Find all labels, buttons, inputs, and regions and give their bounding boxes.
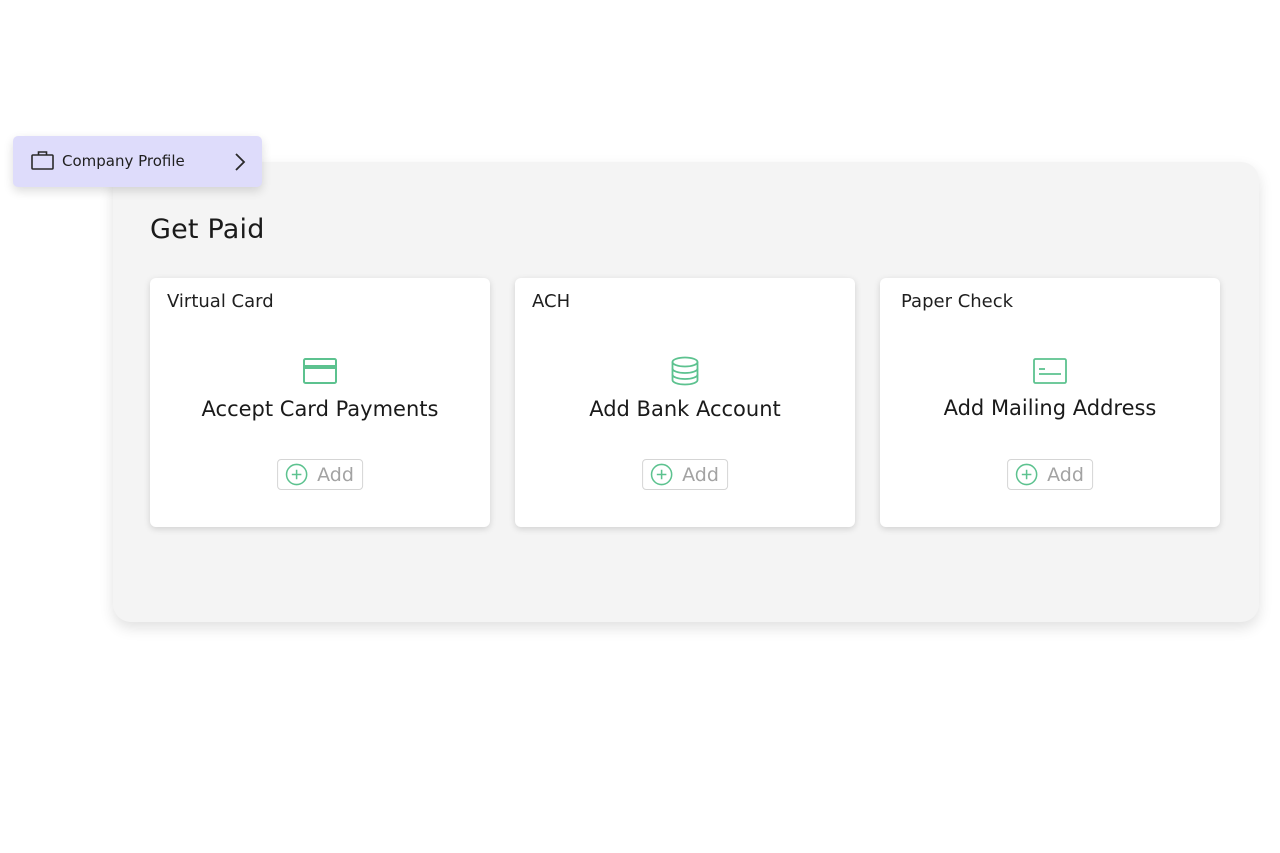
company-profile-label: Company Profile xyxy=(62,152,185,170)
card-title: Paper Check xyxy=(901,291,1014,312)
get-paid-panel: Get Paid Virtual Card Accept Card Paymen… xyxy=(113,162,1259,622)
card-action-title: Add Mailing Address xyxy=(943,396,1157,420)
briefcase-icon xyxy=(31,151,54,170)
card-title: ACH xyxy=(532,291,571,312)
check-document-icon xyxy=(1032,356,1068,386)
plus-circle-icon xyxy=(650,463,673,486)
card-action-title: Accept Card Payments xyxy=(201,397,439,421)
card-action-title: Add Bank Account xyxy=(589,397,781,421)
virtual-card-card: Virtual Card Accept Card Payments Add xyxy=(150,278,490,527)
add-mailing-address-button[interactable]: Add xyxy=(1007,459,1093,490)
add-label: Add xyxy=(317,463,354,486)
add-label: Add xyxy=(1047,463,1084,486)
credit-card-icon xyxy=(302,356,338,386)
add-label: Add xyxy=(682,463,719,486)
chevron-right-icon xyxy=(235,153,246,171)
plus-circle-icon xyxy=(285,463,308,486)
database-icon xyxy=(667,356,703,386)
plus-circle-icon xyxy=(1015,463,1038,486)
paper-check-card: Paper Check Add Mailing Address Add xyxy=(880,278,1220,527)
company-profile-button[interactable]: Company Profile xyxy=(13,136,262,187)
add-bank-account-button[interactable]: Add xyxy=(642,459,728,490)
add-virtual-card-button[interactable]: Add xyxy=(277,459,363,490)
ach-card: ACH Add Bank Account Add xyxy=(515,278,855,527)
card-title: Virtual Card xyxy=(167,291,274,312)
panel-title: Get Paid xyxy=(150,214,265,245)
